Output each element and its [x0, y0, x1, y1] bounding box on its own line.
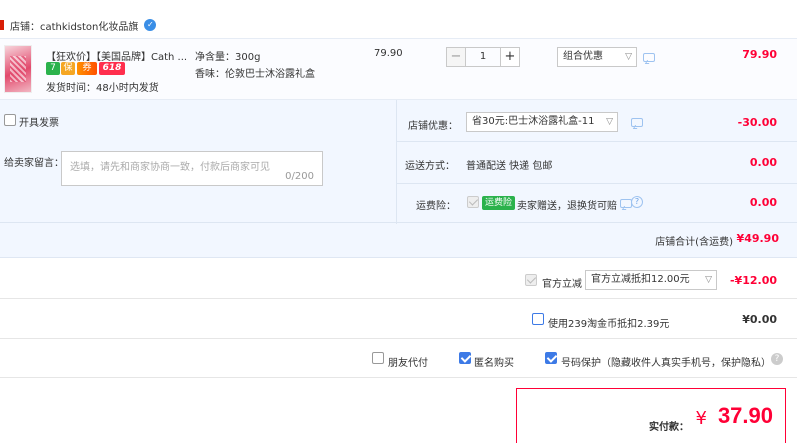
store-name[interactable]: 店铺：cathkidston化妆品旗	[10, 18, 138, 33]
subtotal-value: ¥49.90	[736, 232, 779, 245]
payment-label: 实付款：	[649, 422, 689, 433]
quantity-plus-button[interactable]: +	[500, 47, 520, 67]
store-discount-select[interactable]: 省30元:巴士沐浴露礼盒-11 ▽	[466, 112, 618, 132]
payment-currency: ¥	[695, 408, 707, 429]
store-discount-value: -30.00	[737, 116, 777, 129]
store-discount-label: 店铺优惠：	[408, 121, 458, 132]
ship-time: 发货时间：48小时内发货	[46, 83, 159, 94]
help-icon[interactable]: ?	[771, 353, 783, 365]
message-label: 给卖家留言：	[4, 158, 64, 169]
official-discount-value: -¥12.00	[729, 274, 777, 287]
divider	[0, 377, 797, 378]
comment-icon[interactable]	[631, 118, 643, 127]
shipping-method: 普通配送 快递 包邮	[466, 161, 553, 172]
message-counter: 0/200	[285, 171, 314, 182]
shipping-price: 0.00	[749, 156, 777, 169]
insurance-tag: 运费险	[482, 196, 516, 210]
combo-discount-select[interactable]: 组合优惠 ▽	[557, 47, 637, 67]
coins-checkbox[interactable]	[532, 313, 544, 325]
insurance-label: 运费险：	[416, 201, 456, 212]
quantity-minus-button[interactable]: −	[446, 47, 466, 67]
unit-price: 79.90	[374, 48, 403, 59]
guarantee-icon: 保	[61, 62, 75, 75]
divider	[0, 298, 797, 299]
subtotal-label: 店铺合计(含运费)	[655, 237, 733, 248]
official-discount-option: 官方立减抵扣12.00元	[591, 274, 690, 285]
store-discount-option: 省30元:巴士沐浴露礼盒-11	[472, 116, 595, 127]
coins-label: 使用239淘金币抵扣2.39元	[548, 319, 670, 330]
official-discount-label: 官方立减	[542, 279, 582, 290]
chat-bubble-icon[interactable]: ✓	[144, 19, 157, 31]
quantity-stepper: − 1 +	[446, 47, 520, 67]
seller-message-field[interactable]: 选填，请先和商家协商一致，付款后商家可见 0/200	[61, 151, 323, 186]
product-thumbnail[interactable]	[4, 45, 32, 93]
divider	[397, 183, 797, 184]
chevron-down-icon: ▽	[625, 52, 632, 62]
spec-weight: 净含量：300g	[195, 52, 261, 63]
promo-618-badge: 618	[99, 62, 125, 75]
official-discount-checkbox	[525, 274, 537, 286]
spec-scent: 香味：伦敦巴士沐浴露礼盒	[195, 69, 315, 80]
friend-pay-checkbox[interactable]	[372, 352, 384, 364]
friend-pay-label: 朋友代付	[388, 358, 428, 369]
anonymous-checkbox[interactable]	[459, 352, 471, 364]
payment-amount: 37.90	[717, 403, 773, 428]
shipping-label: 运送方式：	[405, 161, 455, 172]
comment-icon[interactable]	[643, 53, 655, 62]
invoice-checkbox[interactable]	[4, 114, 16, 126]
help-icon[interactable]: ?	[631, 196, 643, 208]
invoice-label: 开具发票	[19, 118, 59, 129]
chevron-down-icon: ▽	[705, 275, 712, 285]
divider	[396, 100, 397, 224]
message-placeholder: 选填，请先和商家协商一致，付款后商家可见	[70, 162, 270, 173]
item-total: 79.90	[742, 48, 777, 61]
divider	[0, 222, 797, 223]
store-flag-icon	[0, 20, 4, 30]
insurance-price: 0.00	[749, 196, 777, 209]
seven-day-return-icon: 7	[46, 62, 60, 75]
anonymous-label: 匿名购买	[474, 358, 514, 369]
privacy-label: 号码保护（隐藏收件人真实手机号，保护隐私）	[561, 358, 771, 369]
insurance-desc: 卖家赠送，退换货可赔	[517, 201, 617, 212]
coins-value: ¥0.00	[742, 313, 777, 326]
chevron-down-icon: ▽	[606, 117, 613, 127]
insurance-checkbox	[467, 196, 479, 208]
store-header: 店铺：cathkidston化妆品旗 ✓	[0, 14, 797, 36]
divider	[0, 338, 797, 339]
combo-discount-value: 组合优惠	[563, 51, 603, 62]
privacy-checkbox[interactable]	[545, 352, 557, 364]
official-discount-select[interactable]: 官方立减抵扣12.00元 ▽	[585, 270, 717, 290]
payment-summary: 实付款： ¥ 37.90	[516, 388, 786, 443]
coupon-icon: 券	[77, 62, 97, 75]
product-title[interactable]: 【狂欢价】【美国品牌】Cath ...	[46, 48, 187, 63]
quantity-input[interactable]: 1	[466, 47, 500, 67]
divider	[397, 141, 797, 142]
